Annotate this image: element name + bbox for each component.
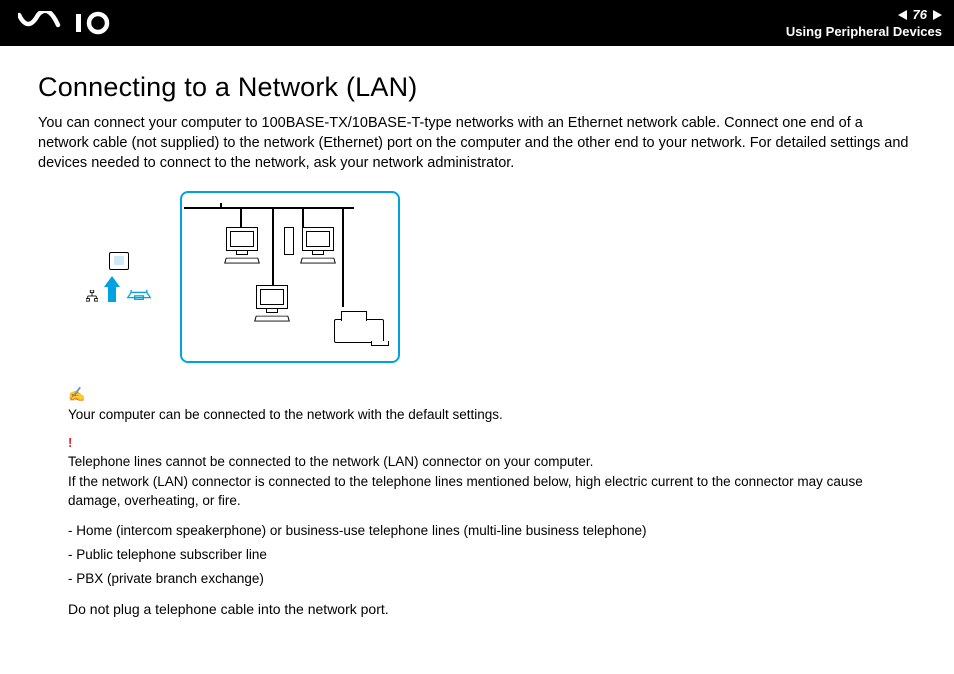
- final-warning: Do not plug a telephone cable into the n…: [68, 600, 916, 620]
- page-number: 76: [913, 7, 927, 22]
- intro-paragraph: You can connect your computer to 100BASE…: [38, 113, 916, 173]
- printer-icon: [334, 319, 384, 343]
- computer-icon: [298, 227, 338, 264]
- tip-text: Your computer can be connected to the ne…: [68, 405, 916, 424]
- next-page-arrow-icon[interactable]: [933, 10, 942, 20]
- bullet-item: - Home (intercom speakerphone) or busine…: [68, 521, 916, 540]
- warning-text-2: If the network (LAN) connector is connec…: [68, 472, 916, 510]
- notes-block: ✍ Your computer can be connected to the …: [68, 385, 916, 620]
- up-arrow-icon: [104, 276, 120, 302]
- vaio-logo: [18, 11, 128, 35]
- warning-text-1: Telephone lines cannot be connected to t…: [68, 452, 916, 471]
- prev-page-arrow-icon[interactable]: [898, 10, 907, 20]
- page-title: Connecting to a Network (LAN): [38, 72, 916, 103]
- ethernet-port-icon: [109, 252, 129, 270]
- tower-icon: [284, 227, 294, 255]
- bullet-item: - Public telephone subscriber line: [68, 545, 916, 564]
- network-figure: [86, 191, 916, 363]
- ethernet-port-legend: [86, 252, 152, 302]
- page-content: Connecting to a Network (LAN) You can co…: [0, 46, 954, 620]
- computer-icon: [252, 285, 292, 322]
- page-navigation: 76 Using Peripheral Devices: [786, 7, 942, 39]
- warning-icon: !: [68, 434, 916, 452]
- computer-icon: [222, 227, 262, 264]
- network-topology-icon: [86, 290, 98, 302]
- network-diagram: [180, 191, 400, 363]
- section-title: Using Peripheral Devices: [786, 24, 942, 39]
- ethernet-plug-icon: [126, 288, 152, 302]
- header-bar: 76 Using Peripheral Devices: [0, 0, 954, 46]
- tip-icon: ✍: [68, 385, 916, 405]
- bullet-item: - PBX (private branch exchange): [68, 569, 916, 588]
